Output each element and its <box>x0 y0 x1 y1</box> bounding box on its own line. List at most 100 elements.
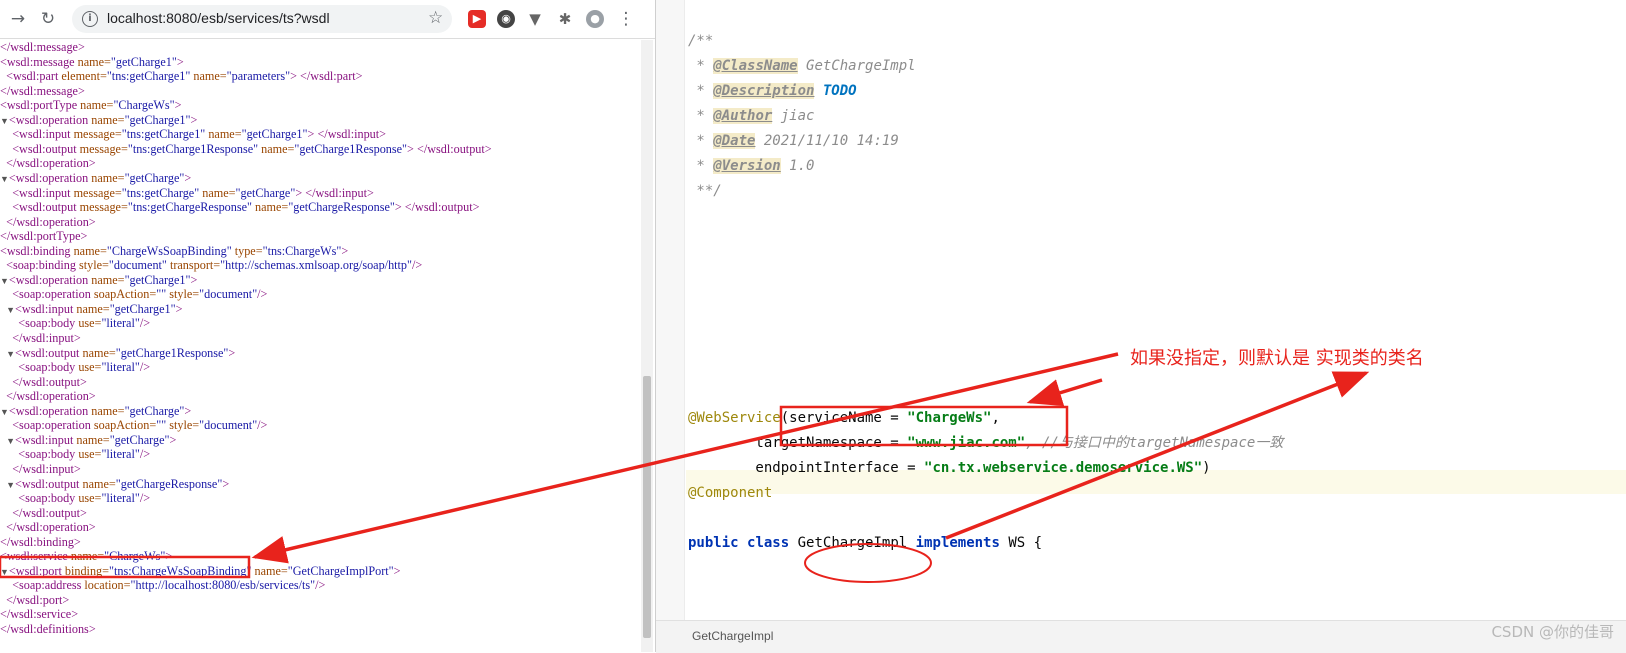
keyword-class: class <box>747 535 790 551</box>
puzzle-extensions-icon[interactable]: ✱ <box>556 10 574 28</box>
address-bar[interactable]: i localhost:8080/esb/services/ts?wsdl ☆ <box>72 5 452 33</box>
code-line: * @Date 2021/11/10 14:19 <box>688 130 899 152</box>
xml-line: </wsdl:operation> <box>6 520 96 535</box>
forward-icon[interactable]: → <box>8 9 28 29</box>
xml-line: </wsdl:operation> <box>6 389 96 404</box>
xml-line: <wsdl:message name="getCharge1"> <box>0 54 184 69</box>
editor-gutter <box>656 0 685 620</box>
xml-line: </wsdl:operation> <box>6 214 96 229</box>
doc-comment-open: /** <box>688 33 714 49</box>
service-name-string: "ChargeWs" <box>907 410 992 426</box>
youtube-extension-icon[interactable]: ▶ <box>468 10 486 28</box>
xml-line: </wsdl:output> <box>12 374 87 389</box>
line-comment: , //与接口中的targetNamespace一致 <box>1025 435 1284 451</box>
xml-line: </wsdl:definitions> <box>0 622 96 636</box>
code-text: ) <box>1202 460 1211 476</box>
browser-window: → ↻ i localhost:8080/esb/services/ts?wsd… <box>0 0 656 652</box>
xml-line: <soap:binding style="document" transport… <box>6 258 423 273</box>
component-annotation: @Component <box>688 485 773 501</box>
xml-line: </wsdl:operation> <box>6 156 96 171</box>
ide-editor: /** * @ClassName GetChargeImpl * @Descri… <box>656 0 1626 653</box>
xml-line: <soap:body use="literal"/> <box>18 360 151 375</box>
info-icon[interactable]: i <box>82 11 98 27</box>
xml-line: ▼<wsdl:input name="getCharge"> <box>6 432 177 447</box>
doc-star: * <box>688 133 714 149</box>
xml-line: <wsdl:input message="tns:getCharge" name… <box>12 185 374 200</box>
interface-name: WS <box>1008 535 1026 551</box>
doc-star: * <box>688 83 714 99</box>
breadcrumb[interactable]: GetChargeImpl <box>692 629 773 643</box>
editor-breadcrumb-bar: GetChargeImpl <box>656 620 1626 653</box>
url-text[interactable]: localhost:8080/esb/services/ts?wsdl <box>107 10 330 26</box>
xml-line: </wsdl:port> <box>6 592 70 607</box>
code-line: * @Version 1.0 <box>688 155 814 177</box>
xml-line: <soap:body use="literal"/> <box>18 316 151 331</box>
reload-icon[interactable]: ↻ <box>38 9 58 29</box>
code-area[interactable]: /** * @ClassName GetChargeImpl * @Descri… <box>688 0 1618 620</box>
endpoint-interface-string: "cn.tx.webservice.demoservice.WS" <box>924 460 1203 476</box>
browser-toolbar: → ↻ i localhost:8080/esb/services/ts?wsd… <box>0 0 655 39</box>
javadoc-todo: TODO <box>814 83 857 99</box>
xml-line: <soap:address location="http://localhost… <box>12 578 326 593</box>
profile-avatar-icon[interactable]: ● <box>586 10 604 28</box>
code-line: public class GetChargeImpl implements WS… <box>688 532 1042 554</box>
xml-line: </wsdl:portType> <box>0 229 88 244</box>
xml-line: ▼<wsdl:operation name="getCharge"> <box>0 403 192 418</box>
javadoc-value: GetChargeImpl <box>797 58 916 74</box>
code-line: endpointInterface = "cn.tx.webservice.de… <box>688 457 1211 479</box>
xml-line: </wsdl:output> <box>12 505 87 520</box>
xml-line: <soap:body use="literal"/> <box>18 491 151 506</box>
xml-line: <wsdl:portType name="ChargeWs"> <box>0 98 182 113</box>
class-name: GetChargeImpl <box>797 535 908 551</box>
code-text: , <box>991 410 1000 426</box>
xml-line: ▼<wsdl:operation name="getCharge"> <box>0 170 192 185</box>
doc-star: * <box>688 58 714 74</box>
xml-line: <wsdl:input message="tns:getCharge1" nam… <box>12 127 387 142</box>
code-line: * @ClassName GetChargeImpl <box>688 55 916 77</box>
vertical-scrollbar[interactable] <box>641 40 653 652</box>
code-text: targetNamespace = <box>688 435 908 451</box>
code-line: targetNamespace = "www.jiac.com", //与接口中… <box>688 432 1283 454</box>
xml-line: ▼<wsdl:output name="getChargeResponse"> <box>6 476 230 491</box>
xml-line: <soap:operation soapAction="" style="doc… <box>12 418 268 433</box>
code-text: { <box>1025 535 1043 551</box>
code-line: @Component <box>688 482 772 504</box>
xml-line: </wsdl:service> <box>0 607 79 622</box>
doc-star: * <box>688 158 714 174</box>
javadoc-tag: @Author <box>713 108 773 124</box>
bookmark-star-icon[interactable]: ☆ <box>428 8 443 28</box>
javadoc-tag: @Description <box>713 83 815 99</box>
code-line: /** <box>688 30 713 52</box>
javadoc-tag: @Date <box>713 133 756 149</box>
keyword-public: public <box>688 535 739 551</box>
watermark: CSDN @你的佳哥 <box>1491 623 1614 641</box>
code-line: * @Description TODO <box>688 80 857 102</box>
xml-line: <soap:operation soapAction="" style="doc… <box>12 287 268 302</box>
annotation-note: 如果没指定，则默认是 实现类的类名 <box>1130 348 1424 369</box>
javadoc-tag: @ClassName <box>713 58 798 74</box>
xml-line: ▼<wsdl:operation name="getCharge1"> <box>0 272 198 287</box>
xml-line: </wsdl:message> <box>0 40 85 54</box>
code-line: @WebService(serviceName = "ChargeWs", <box>688 407 1000 429</box>
scrollbar-thumb[interactable] <box>643 376 651 638</box>
javadoc-value: 2021/11/10 14:19 <box>755 133 899 149</box>
extension-icon[interactable]: ◉ <box>497 10 515 28</box>
browser-menu-icon[interactable]: ⋮ <box>616 9 636 29</box>
xml-line: </wsdl:binding> <box>0 534 81 549</box>
webservice-annotation: @WebService <box>688 410 781 426</box>
xml-line: <wsdl:output message="tns:getChargeRespo… <box>12 200 480 215</box>
xml-line: ▼<wsdl:port binding="tns:ChargeWsSoapBin… <box>0 563 401 578</box>
code-text: endpointInterface = <box>688 460 925 476</box>
doc-star: * <box>688 108 714 124</box>
keyword-implements: implements <box>915 535 1000 551</box>
xml-line: ▼<wsdl:output name="getCharge1Response"> <box>6 345 236 360</box>
javadoc-value: 1.0 <box>780 158 815 174</box>
vue-devtools-icon[interactable]: ▼ <box>526 10 544 28</box>
doc-comment-close: **/ <box>688 183 722 199</box>
xml-line: </wsdl:message> <box>0 83 85 98</box>
wsdl-xml-view: </wsdl:message> <wsdl:message name="getCh… <box>0 40 640 652</box>
xml-line: ▼<wsdl:input name="getCharge1"> <box>6 301 183 316</box>
code-line: * @Author jiac <box>688 105 814 127</box>
javadoc-tag: @Version <box>713 158 781 174</box>
xml-line: <wsdl:binding name="ChargeWsSoapBinding"… <box>0 243 349 258</box>
